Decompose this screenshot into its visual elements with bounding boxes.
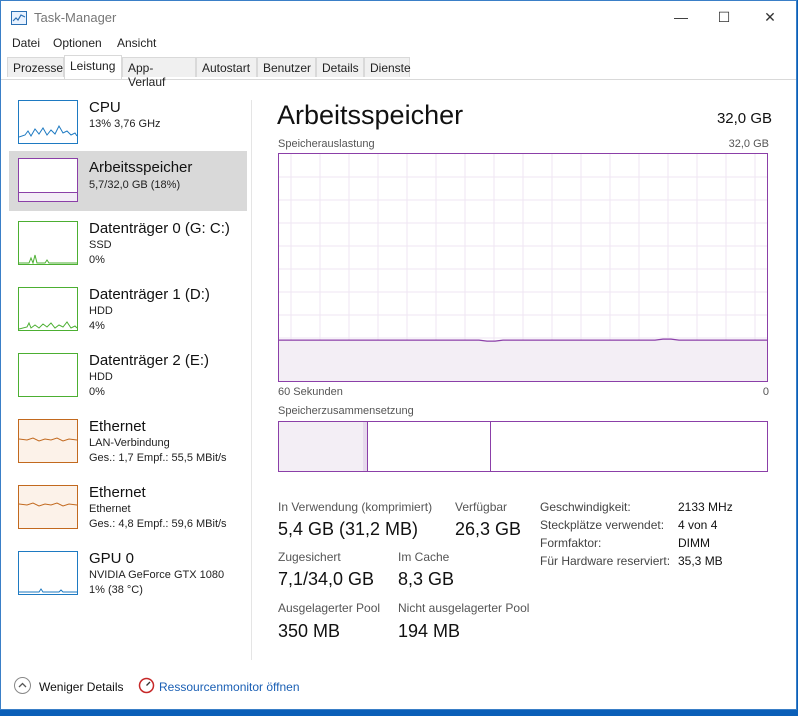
sidebar-item-title: Datenträger 2 (E:) (89, 352, 210, 369)
sidebar-item-type: HDD (89, 371, 113, 383)
sidebar-item-disk-0[interactable]: Datenträger 0 (G: C:) SSD 0% (9, 214, 247, 274)
chevron-up-icon[interactable] (14, 677, 31, 694)
total-memory: 32,0 GB (716, 110, 772, 127)
sidebar-item-type: SSD (89, 239, 112, 251)
paged-pool-label: Ausgelagerter Pool (278, 601, 381, 615)
usage-graph-max: 32,0 GB (728, 138, 769, 150)
sidebar-item-title: Datenträger 1 (D:) (89, 286, 210, 303)
in-use-label: In Verwendung (komprimiert) (278, 500, 433, 514)
in-use-value: 5,4 GB (31,2 MB) (278, 519, 419, 539)
window-title: Task-Manager (34, 10, 117, 25)
tab-app-history[interactable]: App-Verlauf (122, 57, 196, 89)
composition-standby-divider (490, 422, 491, 471)
committed-value: 7,1/34,0 GB (278, 569, 375, 589)
sidebar-item-detail: 0% (89, 386, 105, 398)
sidebar-item-ethernet-2[interactable]: Ethernet Ethernet Ges.: 4,8 Empf.: 59,6 … (9, 478, 247, 538)
sidebar-item-title: Ethernet (89, 418, 146, 435)
memory-composition-bar (278, 421, 768, 472)
sidebar-item-detail: Ges.: 1,7 Empf.: 55,5 MBit/s (89, 452, 227, 464)
form-factor-value: DIMM (678, 536, 710, 550)
ethernet-1-mini-graph (18, 419, 78, 463)
sidebar-item-detail: 4% (89, 320, 105, 332)
sidebar-item-detail: 13% 3,76 GHz (89, 118, 161, 130)
disk-2-mini-graph (18, 353, 78, 397)
ethernet-2-mini-graph (18, 485, 78, 529)
menu-view[interactable]: Ansicht (117, 36, 156, 50)
minimize-button[interactable]: — (658, 1, 704, 33)
fewer-details-label: Weniger Details (39, 680, 124, 694)
gpu-0-mini-graph (18, 551, 78, 595)
memory-usage-area (279, 339, 767, 381)
resource-monitor-link[interactable]: Ressourcenmonitor öffnen (159, 680, 300, 694)
usage-graph-label: Speicherauslastung (278, 138, 375, 150)
sidebar-item-title: Datenträger 0 (G: C:) (89, 220, 230, 237)
sidebar-item-title: Arbeitsspeicher (89, 159, 193, 176)
task-manager-window: Task-Manager — ☐ ✕ Datei Optionen Ansich… (0, 0, 797, 710)
cached-label: Im Cache (398, 550, 450, 564)
menu-file[interactable]: Datei (12, 36, 40, 50)
slots-label: Steckplätze verwendet: (540, 518, 665, 532)
composition-modified (363, 422, 368, 471)
available-value: 26,3 GB (455, 519, 522, 539)
sidebar-item-cpu[interactable]: CPU 13% 3,76 GHz (9, 93, 247, 153)
speed-value: 2133 MHz (678, 500, 733, 514)
tab-bar: Prozesse Leistung App-Verlauf Autostart … (1, 55, 796, 89)
memory-mini-graph (18, 158, 78, 202)
sidebar-item-disk-2[interactable]: Datenträger 2 (E:) HDD 0% (9, 346, 247, 406)
form-factor-label: Formfaktor: (540, 536, 602, 550)
hardware-reserved-value: 35,3 MB (678, 554, 723, 568)
sidebar-item-detail: 1% (38 °C) (89, 584, 143, 596)
task-manager-icon (11, 11, 27, 25)
memory-usage-graph (278, 153, 768, 382)
sidebar-item-detail: 0% (89, 254, 105, 266)
resource-sidebar: CPU 13% 3,76 GHz Arbeitsspeicher 5,7/32,… (1, 80, 249, 660)
sidebar-item-title: CPU (89, 99, 121, 116)
cpu-mini-graph (18, 100, 78, 144)
disk-0-mini-graph (18, 221, 78, 265)
sidebar-item-ethernet-1[interactable]: Ethernet LAN-Verbindung Ges.: 1,7 Empf.:… (9, 412, 247, 472)
close-button[interactable]: ✕ (747, 1, 793, 33)
sidebar-item-gpu-0[interactable]: GPU 0 NVIDIA GeForce GTX 1080 1% (38 °C) (9, 544, 247, 604)
tab-performance[interactable]: Leistung (64, 55, 122, 79)
sidebar-item-detail: Ges.: 4,8 Empf.: 59,6 MBit/s (89, 518, 227, 530)
sidebar-item-title: Ethernet (89, 484, 146, 501)
tab-processes[interactable]: Prozesse (7, 57, 64, 77)
menu-options[interactable]: Optionen (53, 36, 102, 50)
nonpaged-pool-value: 194 MB (398, 621, 461, 641)
committed-label: Zugesichert (278, 550, 341, 564)
tab-details[interactable]: Details (316, 57, 364, 77)
time-axis-right: 0 (762, 386, 769, 398)
sidebar-item-detail: 5,7/32,0 GB (18%) (89, 179, 181, 191)
slots-value: 4 von 4 (678, 518, 718, 532)
panel-divider (251, 100, 252, 660)
footer-bar: Weniger Details Ressourcenmonitor öffnen (1, 671, 798, 701)
resource-monitor-icon (138, 677, 155, 694)
hardware-reserved-label: Für Hardware reserviert: (540, 554, 671, 568)
composition-in-use (279, 422, 364, 471)
sidebar-item-type: HDD (89, 305, 113, 317)
composition-label: Speicherzusammensetzung (278, 405, 414, 417)
sidebar-item-memory[interactable]: Arbeitsspeicher 5,7/32,0 GB (18%) (9, 151, 247, 211)
speed-label: Geschwindigkeit: (540, 500, 631, 514)
sidebar-item-type: NVIDIA GeForce GTX 1080 (89, 569, 225, 581)
fewer-details-link[interactable]: Weniger Details (39, 680, 123, 694)
sidebar-item-type: Ethernet (89, 503, 131, 515)
available-label: Verfügbar (455, 500, 508, 514)
paged-pool-value: 350 MB (278, 621, 341, 641)
tab-startup[interactable]: Autostart (196, 57, 257, 77)
tab-services[interactable]: Dienste (364, 57, 411, 77)
sidebar-item-disk-1[interactable]: Datenträger 1 (D:) HDD 4% (9, 280, 247, 340)
tab-users[interactable]: Benutzer (257, 57, 316, 77)
sidebar-item-title: GPU 0 (89, 550, 135, 567)
nonpaged-pool-label: Nicht ausgelagerter Pool (398, 601, 530, 615)
page-title: Arbeitsspeicher (277, 100, 464, 130)
title-bar: Task-Manager — ☐ ✕ (1, 1, 796, 33)
cached-value: 8,3 GB (398, 569, 455, 589)
time-axis-left: 60 Sekunden (278, 386, 343, 398)
menu-bar: Datei Optionen Ansicht (1, 33, 796, 55)
sidebar-item-type: LAN-Verbindung (89, 437, 170, 449)
disk-1-mini-graph (18, 287, 78, 331)
maximize-button[interactable]: ☐ (701, 1, 747, 33)
